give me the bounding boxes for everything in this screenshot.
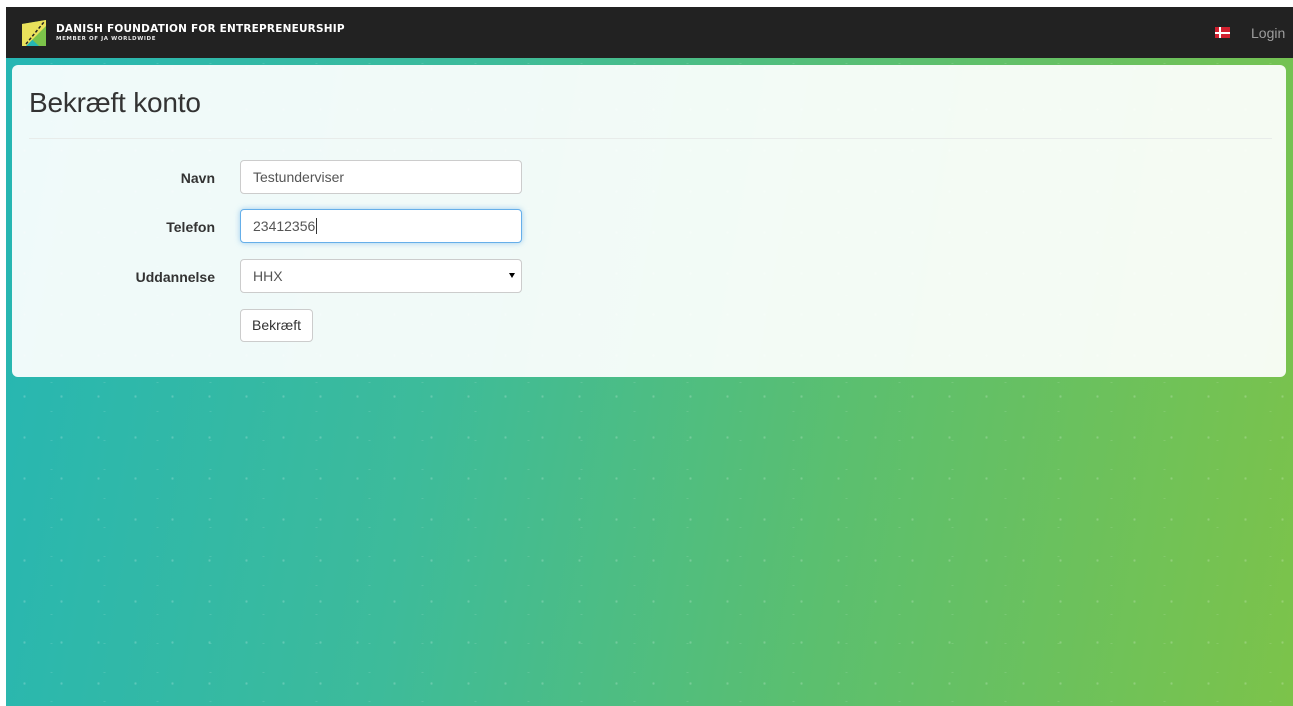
name-input[interactable]: Testunderviser xyxy=(240,160,522,194)
page-title: Bekræft konto xyxy=(29,87,201,118)
brand-title: DANISH FOUNDATION FOR ENTREPRENEURSHIP xyxy=(56,22,345,35)
text-cursor xyxy=(316,218,318,234)
page-background: DANISH FOUNDATION FOR ENTREPRENEURSHIP M… xyxy=(6,7,1293,706)
confirm-button[interactable]: Bekræft xyxy=(240,309,314,342)
brand[interactable]: DANISH FOUNDATION FOR ENTREPRENEURSHIP M… xyxy=(56,23,345,43)
phone-input-value: 23412356 xyxy=(253,218,316,234)
name-label: Navn xyxy=(180,170,215,186)
nav-right: Login xyxy=(1215,7,1293,58)
dfe-logo-icon[interactable] xyxy=(22,19,46,46)
phone-label: Telefon xyxy=(166,219,215,235)
login-link[interactable]: Login xyxy=(1251,25,1293,41)
education-label: Uddannelse xyxy=(135,269,215,285)
denmark-flag-icon[interactable] xyxy=(1215,27,1230,38)
top-navbar: DANISH FOUNDATION FOR ENTREPRENEURSHIP M… xyxy=(6,7,1293,58)
title-divider xyxy=(29,138,1272,139)
phone-input[interactable]: 23412356 xyxy=(240,209,522,243)
brand-subtitle: MEMBER OF JA WORLDWIDE xyxy=(56,35,157,42)
education-selected-value: HHX xyxy=(253,268,283,284)
dropdown-arrow-icon xyxy=(509,273,515,278)
confirm-account-panel: Bekræft konto Navn Testunderviser Telefo… xyxy=(12,65,1286,377)
education-select[interactable]: HHX xyxy=(240,259,522,293)
